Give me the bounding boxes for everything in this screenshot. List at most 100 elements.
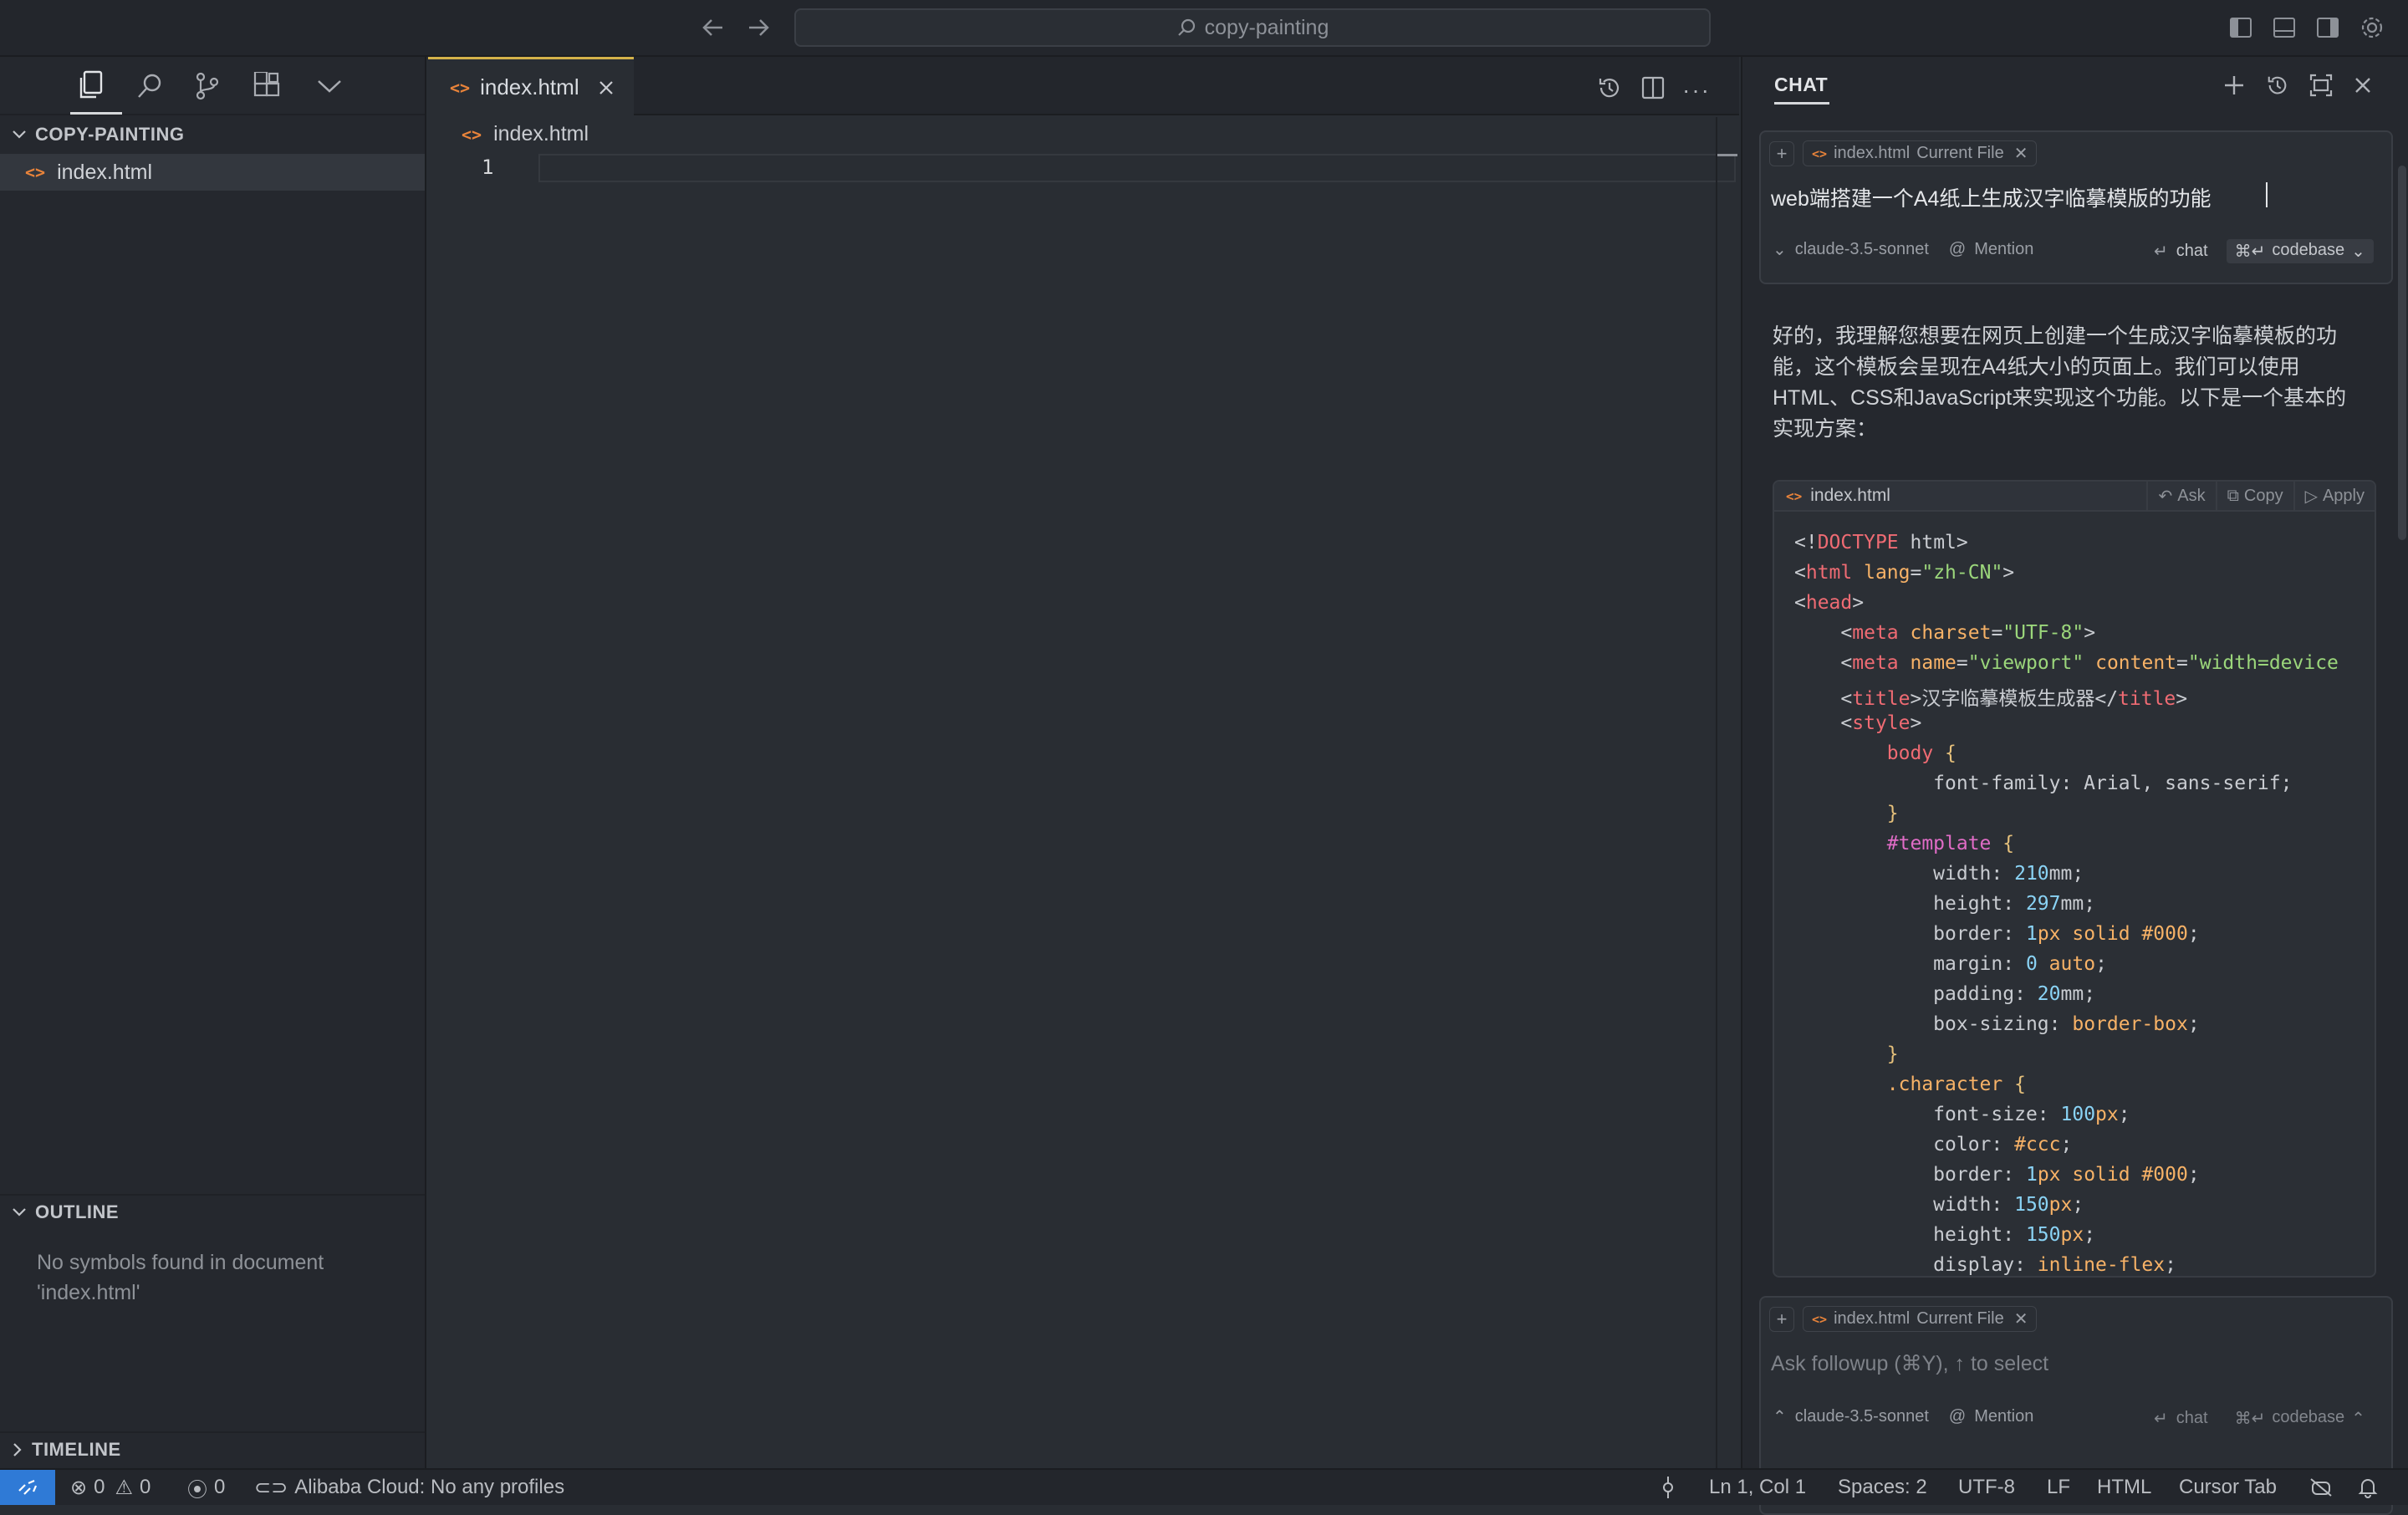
current-line-highlight[interactable] (538, 154, 1736, 182)
context-file: index.html (1834, 144, 1911, 162)
followup-input[interactable]: Ask followup (⌘Y), ↑ to select (1771, 1351, 2048, 1376)
explorer-sidebar: COPY-PAINTING <> index.html OUTLINE No s… (0, 57, 426, 1468)
codebase-submit-button[interactable]: ⌘↵ codebase ⌃ (2227, 1406, 2374, 1431)
git-commit-icon[interactable] (1659, 1470, 1677, 1505)
chat-prompt-box[interactable]: + <> index.html Current File ✕ web端搭建一个A… (1759, 130, 2393, 284)
code-line: font-family: Arial, sans-serif; (1794, 773, 2293, 794)
codebase-label: codebase (2272, 241, 2345, 259)
close-icon[interactable] (2353, 75, 2373, 95)
copy-icon: ⧉ (2227, 486, 2239, 505)
tab-label: index.html (480, 74, 579, 99)
mention-button[interactable]: Mention (1974, 240, 2033, 259)
remove-context-close-icon[interactable]: ✕ (2014, 143, 2028, 164)
extensions-icon[interactable] (253, 72, 281, 100)
mention-button[interactable]: Mention (1974, 1407, 2033, 1426)
code-line: } (1886, 1043, 1899, 1065)
code-block: <> index.html ↶ Ask ⧉ Copy ▷ Apply <!DOCTYP… (1773, 480, 2376, 1278)
context-chip[interactable]: <> index.html Current File ✕ (1803, 1306, 2038, 1332)
chevron-down-icon (12, 1206, 27, 1218)
toggle-primary-sidebar-icon[interactable] (2229, 17, 2252, 38)
gear-icon[interactable] (2360, 15, 2385, 40)
command-search-box[interactable]: copy-painting (794, 8, 1711, 47)
file-item-index-html[interactable]: <> index.html (0, 154, 425, 191)
chat-submit-button[interactable]: chat (2176, 242, 2208, 261)
context-tag: Current File (1916, 1309, 2004, 1328)
chat-scrollbar[interactable] (2398, 166, 2406, 540)
source-control-icon[interactable] (194, 72, 221, 100)
chevron-down-icon: ⌄ (2351, 242, 2365, 261)
search-icon[interactable] (135, 72, 164, 100)
code-file-name: index.html (1810, 486, 1890, 505)
ports-indicator[interactable]: ⦿ 0 (187, 1470, 225, 1505)
outline-empty-line-1: No symbols found in document (37, 1251, 324, 1274)
cursor-tab-status[interactable]: Cursor Tab (2179, 1470, 2277, 1505)
history-icon[interactable] (1597, 75, 1622, 100)
code-line: <meta charset="UTF-8"> (1794, 622, 2096, 644)
end-of-line[interactable]: LF (2047, 1470, 2070, 1505)
maximize-icon[interactable] (2309, 74, 2333, 97)
back-arrow-icon[interactable] (701, 17, 726, 38)
code-line: width: 210mm; (1794, 863, 2084, 885)
encoding[interactable]: UTF-8 (1958, 1470, 2015, 1505)
search-icon (1176, 18, 1196, 38)
code-line: body { (1886, 742, 1956, 764)
context-file: index.html (1834, 1309, 1911, 1328)
problems-indicator[interactable]: ⊗ 0 ⚠ 0 (70, 1470, 150, 1505)
chat-submit-button[interactable]: chat (2176, 1409, 2208, 1428)
add-context-plus-icon[interactable]: + (1769, 1306, 1794, 1332)
remote-indicator-button[interactable] (0, 1470, 55, 1505)
timeline-header[interactable]: TIMELINE (0, 1431, 425, 1467)
code-line: display: inline-flex; (1794, 1254, 2176, 1276)
status-bar: ⊗ 0 ⚠ 0 ⦿ 0 ⊂⊃ Alibaba Cloud: No any pro… (0, 1468, 2408, 1505)
outline-empty-line-2: 'index.html' (37, 1281, 140, 1304)
bell-icon[interactable] (2358, 1470, 2378, 1505)
language-mode[interactable]: HTML (2097, 1470, 2151, 1505)
toggle-secondary-sidebar-icon[interactable] (2316, 17, 2339, 38)
explorer-project-header[interactable]: COPY-PAINTING (0, 117, 425, 152)
tab-index-html[interactable]: <> index.html (428, 57, 634, 115)
copilot-disabled-icon[interactable] (2309, 1470, 2333, 1505)
code-line: padding: 20mm; (1794, 983, 2096, 1005)
outline-empty-message: No symbols found in document 'index.html… (37, 1247, 324, 1308)
minimap-marker (1716, 154, 1737, 156)
warning-icon: ⚠ (115, 1476, 133, 1499)
toggle-panel-icon[interactable] (2273, 17, 2296, 38)
response-line: 实现方案： (1773, 417, 1878, 441)
code-line: <title>汉字临摹模板生成器</title> (1794, 688, 2188, 710)
code-line: #template { (1886, 833, 2015, 854)
split-editor-icon[interactable] (1640, 75, 1666, 100)
files-icon[interactable] (77, 70, 105, 100)
remove-context-close-icon[interactable]: ✕ (2014, 1308, 2028, 1329)
codebase-label: codebase (2272, 1408, 2345, 1426)
code-line: width: 150px; (1794, 1194, 2084, 1216)
copy-button[interactable]: ⧉ Copy (2215, 482, 2293, 511)
code-line: margin: 0 auto; (1794, 953, 2107, 975)
code-line: <head> (1794, 592, 1865, 614)
cloud-link-icon: ⊂⊃ (254, 1476, 288, 1499)
alibaba-cloud-status[interactable]: ⊂⊃ Alibaba Cloud: No any profiles (254, 1470, 564, 1505)
indentation[interactable]: Spaces: 2 (1838, 1470, 1927, 1505)
context-chip[interactable]: <> index.html Current File ✕ (1803, 140, 2038, 166)
breadcrumb-file: index.html (493, 122, 589, 145)
chat-history-icon[interactable] (2266, 74, 2289, 97)
forward-arrow-icon[interactable] (746, 17, 771, 38)
new-chat-plus-icon[interactable] (2222, 74, 2246, 97)
outline-header[interactable]: OUTLINE (0, 1194, 425, 1229)
close-icon[interactable] (598, 79, 615, 96)
mention-at-icon: @ (1948, 1407, 1967, 1426)
breadcrumb[interactable]: <> index.html (462, 122, 589, 146)
model-selector[interactable]: claude-3.5-sonnet (1795, 1407, 1929, 1426)
outline-title: OUTLINE (35, 1201, 120, 1222)
add-context-plus-icon[interactable]: + (1769, 140, 1794, 166)
apply-label: Apply (2322, 486, 2365, 505)
cursor-position[interactable]: Ln 1, Col 1 (1709, 1470, 1806, 1505)
more-actions-icon[interactable]: ··· (1682, 77, 1711, 104)
cloud-label: Alibaba Cloud: No any profiles (294, 1476, 565, 1498)
chevron-down-icon[interactable] (316, 77, 343, 95)
timeline-title: TIMELINE (32, 1439, 121, 1460)
cmd-enter-icon: ⌘↵ (2234, 1410, 2266, 1428)
model-selector[interactable]: claude-3.5-sonnet (1795, 240, 1929, 259)
apply-button[interactable]: ▷ Apply (2293, 482, 2375, 511)
codebase-submit-button[interactable]: ⌘↵ codebase ⌄ (2226, 239, 2374, 263)
ask-button[interactable]: ↶ Ask (2146, 482, 2215, 511)
